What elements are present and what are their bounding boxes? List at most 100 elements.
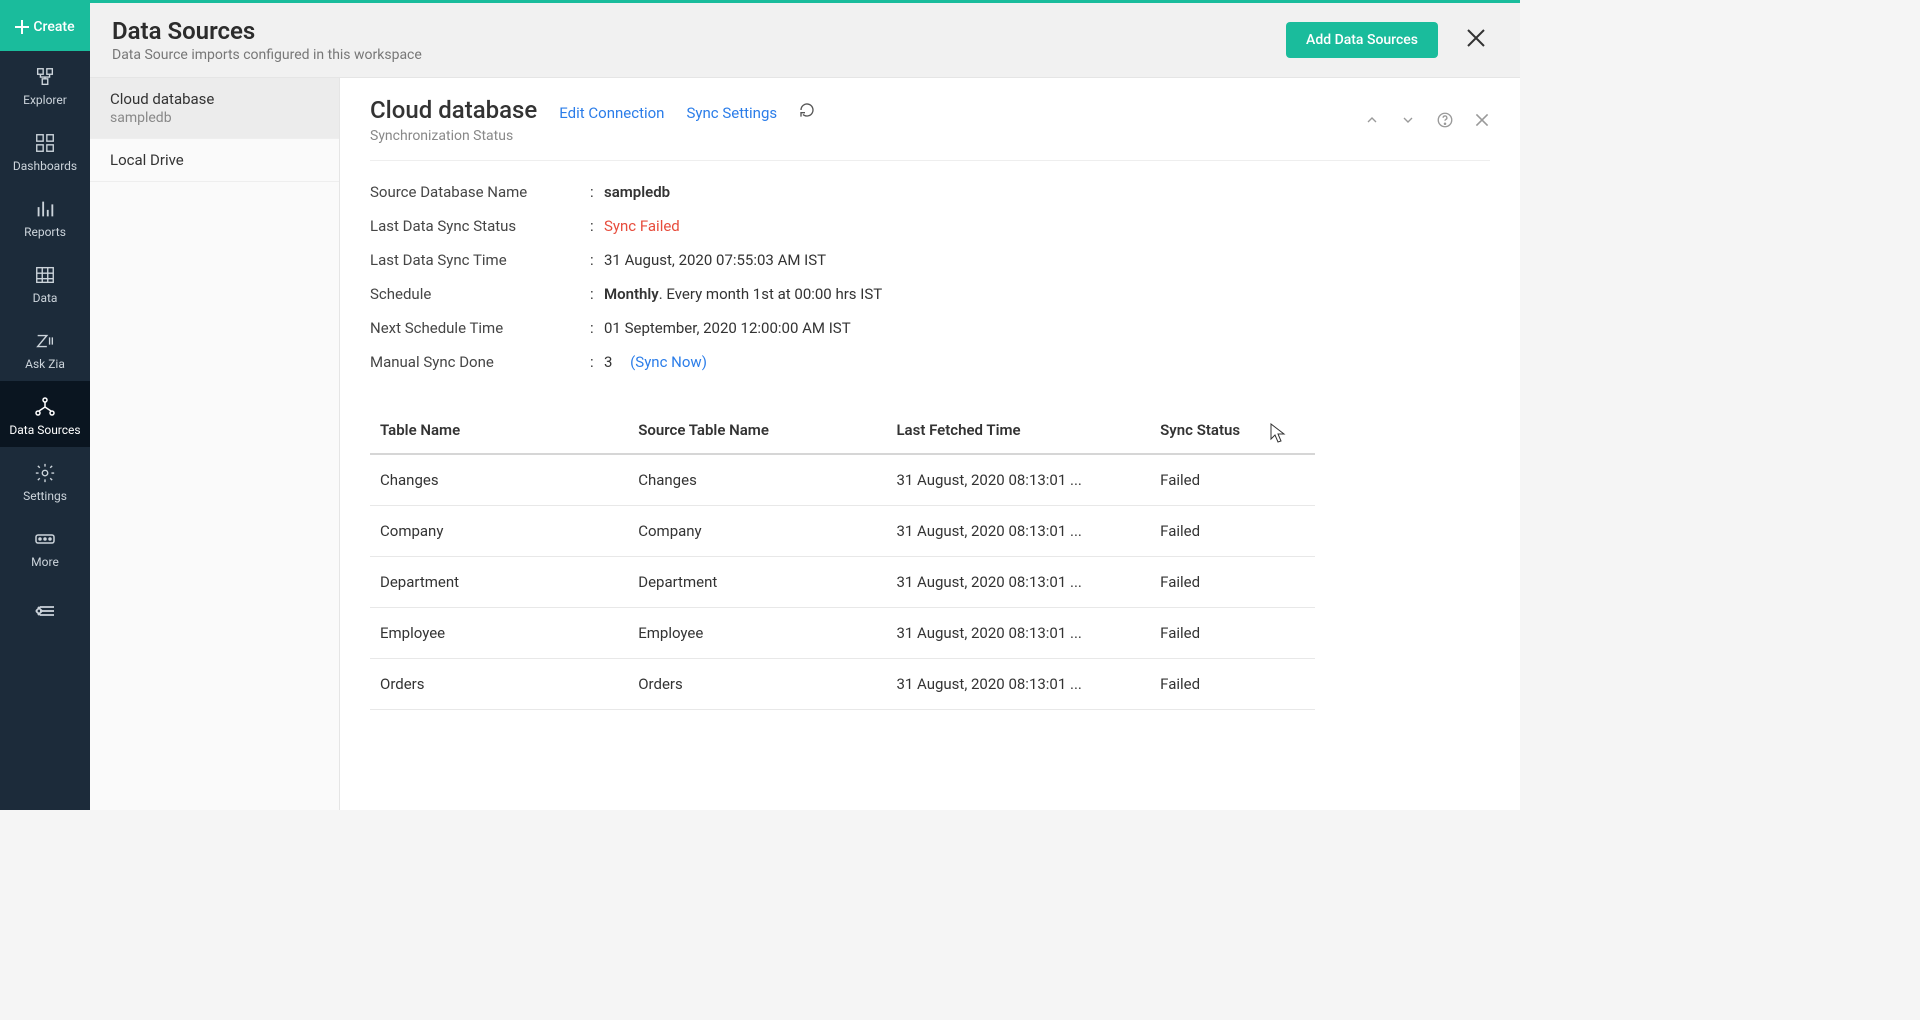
nav-data-sources[interactable]: Data Sources xyxy=(0,381,90,447)
nav-label: Explorer xyxy=(23,93,67,107)
nav-ask-zia[interactable]: Ask Zia xyxy=(0,315,90,381)
sidebar: Create Explorer Dashboards Reports Data … xyxy=(0,3,90,810)
cell-status: Failed xyxy=(1150,659,1315,710)
edit-connection-link[interactable]: Edit Connection xyxy=(559,104,664,122)
cell-name: Changes xyxy=(370,454,628,506)
source-item-title: Cloud database xyxy=(110,90,319,108)
cell-status: Failed xyxy=(1150,506,1315,557)
table-row: CompanyCompany31 August, 2020 08:13:01 .… xyxy=(370,506,1315,557)
nav-label: Settings xyxy=(23,489,67,503)
info-label: Schedule xyxy=(370,285,590,303)
col-sync-status: Sync Status xyxy=(1150,407,1315,454)
info-value: 31 August, 2020 07:55:03 AM IST xyxy=(604,251,826,269)
info-last-time: Last Data Sync Time : 31 August, 2020 07… xyxy=(370,243,1490,277)
more-icon xyxy=(33,527,57,551)
nav-explorer[interactable]: Explorer xyxy=(0,51,90,117)
cell-time: 31 August, 2020 08:13:01 ... xyxy=(886,659,1150,710)
table-row: ChangesChanges31 August, 2020 08:13:01 .… xyxy=(370,454,1315,506)
col-table-name: Table Name xyxy=(370,407,628,454)
sync-settings-link[interactable]: Sync Settings xyxy=(686,104,777,122)
page-title: Data Sources xyxy=(112,17,422,45)
cell-source: Department xyxy=(628,557,886,608)
nav-reports[interactable]: Reports xyxy=(0,183,90,249)
table-row: EmployeeEmployee31 August, 2020 08:13:01… xyxy=(370,608,1315,659)
help-icon xyxy=(1436,111,1454,129)
add-data-sources-button[interactable]: Add Data Sources xyxy=(1286,22,1438,58)
nav-label: Ask Zia xyxy=(25,357,65,371)
cell-time: 31 August, 2020 08:13:01 ... xyxy=(886,454,1150,506)
source-item-title: Local Drive xyxy=(110,151,319,169)
create-button[interactable]: Create xyxy=(0,3,90,51)
info-label: Last Data Sync Time xyxy=(370,251,590,269)
info-label: Next Schedule Time xyxy=(370,319,590,337)
cell-source: Changes xyxy=(628,454,886,506)
nav-more[interactable]: More xyxy=(0,513,90,579)
page-subtitle: Data Source imports configured in this w… xyxy=(112,47,422,63)
nav-label: Data xyxy=(33,291,58,305)
info-value: 01 September, 2020 12:00:00 AM IST xyxy=(604,319,851,337)
main: Data Sources Data Source imports configu… xyxy=(90,3,1520,810)
cell-source: Company xyxy=(628,506,886,557)
col-source-table-name: Source Table Name xyxy=(628,407,886,454)
manual-count: 3 xyxy=(604,353,612,371)
nav-label: More xyxy=(31,555,59,569)
help-button[interactable] xyxy=(1436,111,1454,129)
header-bar: Data Sources Data Source imports configu… xyxy=(90,3,1520,78)
divider xyxy=(370,160,1490,161)
info-source-db: Source Database Name : sampledb xyxy=(370,175,1490,209)
nav-data[interactable]: Data xyxy=(0,249,90,315)
source-item-sub: sampledb xyxy=(110,110,319,126)
source-item-local-drive[interactable]: Local Drive xyxy=(90,139,339,182)
cell-name: Employee xyxy=(370,608,628,659)
nav-label: Data Sources xyxy=(9,423,80,437)
data-sources-icon xyxy=(33,395,57,419)
cell-source: Orders xyxy=(628,659,886,710)
info-last-status: Last Data Sync Status : Sync Failed xyxy=(370,209,1490,243)
detail-title: Cloud database xyxy=(370,96,537,124)
cell-time: 31 August, 2020 08:13:01 ... xyxy=(886,506,1150,557)
cell-name: Orders xyxy=(370,659,628,710)
info-manual-sync: Manual Sync Done : 3 (Sync Now) xyxy=(370,345,1490,379)
explorer-icon xyxy=(33,65,57,89)
nav-label: Reports xyxy=(24,225,66,239)
nav-dashboards[interactable]: Dashboards xyxy=(0,117,90,183)
info-schedule: Schedule : Monthly. Every month 1st at 0… xyxy=(370,277,1490,311)
close-button[interactable] xyxy=(1462,25,1490,55)
sync-now-link[interactable]: (Sync Now) xyxy=(630,353,707,371)
ask-zia-icon xyxy=(33,329,57,353)
info-label: Last Data Sync Status xyxy=(370,217,590,235)
data-icon xyxy=(33,263,57,287)
info-label: Manual Sync Done xyxy=(370,353,590,371)
nav-collapse[interactable] xyxy=(0,579,90,647)
chevron-down-icon xyxy=(1400,112,1416,128)
sync-status-label: Synchronization Status xyxy=(370,128,815,144)
plus-icon xyxy=(15,20,29,34)
close-icon xyxy=(1466,28,1486,48)
create-label: Create xyxy=(33,19,74,35)
info-next-schedule: Next Schedule Time : 01 September, 2020 … xyxy=(370,311,1490,345)
chevron-up-icon xyxy=(1364,112,1380,128)
refresh-button[interactable] xyxy=(799,102,815,123)
source-item-cloud-database[interactable]: Cloud database sampledb xyxy=(90,78,339,139)
collapse-icon xyxy=(33,599,57,623)
info-label: Source Database Name xyxy=(370,183,590,201)
info-value: sampledb xyxy=(604,183,670,201)
nav-settings[interactable]: Settings xyxy=(0,447,90,513)
cell-status: Failed xyxy=(1150,608,1315,659)
panel-close-button[interactable] xyxy=(1474,112,1490,128)
prev-button[interactable] xyxy=(1364,112,1380,128)
info-value: Sync Failed xyxy=(604,217,680,235)
cell-source: Employee xyxy=(628,608,886,659)
schedule-rest: . Every month 1st at 00:00 hrs IST xyxy=(659,285,882,303)
cell-status: Failed xyxy=(1150,557,1315,608)
col-last-fetched: Last Fetched Time xyxy=(886,407,1150,454)
table-header-row: Table Name Source Table Name Last Fetche… xyxy=(370,407,1315,454)
table-row: DepartmentDepartment31 August, 2020 08:1… xyxy=(370,557,1315,608)
source-list: Cloud database sampledb Local Drive xyxy=(90,78,340,810)
next-button[interactable] xyxy=(1400,112,1416,128)
schedule-bold: Monthly xyxy=(604,285,659,303)
refresh-icon xyxy=(799,102,815,118)
detail-panel: Cloud database Edit Connection Sync Sett… xyxy=(340,78,1520,810)
cell-time: 31 August, 2020 08:13:01 ... xyxy=(886,608,1150,659)
settings-icon xyxy=(33,461,57,485)
